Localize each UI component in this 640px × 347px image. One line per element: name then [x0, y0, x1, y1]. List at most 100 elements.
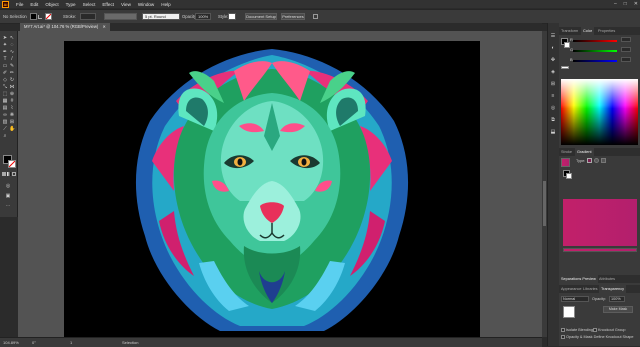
menu-help[interactable]: Help [161, 2, 170, 7]
scrollbar-thumb[interactable] [543, 181, 546, 226]
opacity-mask-checkbox[interactable] [561, 335, 565, 339]
shaper-tool-icon[interactable]: ✐ [2, 70, 8, 76]
line-tool-icon[interactable]: / [9, 56, 15, 62]
gradient-preview-swatch[interactable] [561, 158, 570, 167]
graphic-style-swatch[interactable] [228, 13, 236, 20]
properties-icon[interactable]: ☰ [550, 33, 556, 39]
free-transform-tool-icon[interactable]: ⬚ [2, 91, 8, 97]
gradient-ramp[interactable] [563, 248, 637, 252]
shape-builder-tool-icon[interactable]: ⊕ [9, 91, 15, 97]
fill-swatch[interactable] [30, 13, 37, 20]
lasso-tool-icon[interactable]: ◌ [9, 42, 15, 48]
artboard-tool-icon[interactable]: ⊞ [9, 119, 15, 125]
arrange-documents-icon[interactable] [313, 14, 318, 19]
stroke-panel-icon[interactable]: ≡ [550, 93, 556, 99]
edit-toolbar-icon[interactable]: ⋯ [5, 203, 11, 209]
tab-gradient[interactable]: Gradient [575, 148, 594, 156]
gradient-slider-preview[interactable] [563, 199, 637, 246]
make-mask-button[interactable]: Make Mask [603, 306, 633, 313]
rotation-angle[interactable]: 0° [32, 340, 36, 345]
tab-properties[interactable]: Properties [596, 27, 617, 35]
green-value[interactable] [621, 47, 631, 52]
document-setup-button[interactable]: Document Setup [245, 13, 277, 20]
tab-stroke[interactable]: Stroke [559, 148, 574, 156]
symbol-sprayer-tool-icon[interactable]: ❋ [9, 112, 15, 118]
tab-transparency[interactable]: Transparency [599, 285, 627, 293]
stroke-color-box[interactable] [8, 160, 16, 168]
menu-object[interactable]: Object [45, 2, 58, 7]
hand-tool-icon[interactable]: ✋ [9, 126, 15, 132]
variable-width-profile[interactable] [104, 13, 137, 20]
color-mode-icon[interactable] [2, 172, 6, 176]
curvature-tool-icon[interactable]: ∿ [9, 49, 15, 55]
menu-select[interactable]: Select [83, 2, 96, 7]
pathfinder-icon[interactable]: ⬓ [550, 129, 556, 135]
menu-edit[interactable]: Edit [30, 2, 38, 7]
blend-tool-icon[interactable]: ∞ [2, 112, 8, 118]
selection-tool-icon[interactable]: ➤ [2, 35, 8, 41]
transparency-opacity-field[interactable]: 100% [609, 296, 625, 302]
artboard[interactable] [64, 41, 480, 337]
tab-libraries[interactable]: Libraries [581, 285, 600, 293]
tab-appearance[interactable]: Appearance [559, 285, 583, 293]
brush-definition-field[interactable]: 5 pt. Round [142, 13, 180, 20]
rotate-tool-icon[interactable]: ↻ [9, 77, 15, 83]
menu-file[interactable]: File [16, 2, 23, 7]
gradient-mode-icon[interactable] [7, 172, 11, 176]
brushes-icon[interactable]: ✤ [550, 57, 556, 63]
freeform-gradient-icon[interactable] [601, 158, 606, 163]
document-tab[interactable]: MY7 Art.ai* @ 104.76 % (RGB/Preview) ✕ [20, 23, 110, 31]
red-value[interactable] [621, 37, 631, 42]
canvas-area[interactable] [18, 31, 542, 337]
menu-effect[interactable]: Effect [102, 2, 114, 7]
menu-type[interactable]: Type [66, 2, 76, 7]
artboard-number[interactable]: 1 [70, 340, 72, 345]
type-tool-icon[interactable]: T [2, 56, 8, 62]
tab-attributes[interactable]: Attributes [597, 275, 617, 283]
linear-gradient-icon[interactable] [587, 158, 592, 163]
close-icon[interactable]: ✕ [102, 24, 106, 29]
hex-swatch[interactable] [561, 66, 569, 69]
tab-transform[interactable]: Transform [559, 27, 580, 35]
color-spectrum[interactable] [561, 79, 638, 145]
blue-slider[interactable]: B [570, 57, 638, 63]
blue-value[interactable] [621, 57, 631, 62]
red-slider[interactable]: R [570, 37, 638, 43]
draw-mode-icon[interactable]: ◎ [5, 183, 11, 189]
preferences-button[interactable]: Preferences [281, 13, 305, 20]
eyedropper-tool-icon[interactable]: ⌇ [9, 105, 15, 111]
column-graph-tool-icon[interactable]: ▥ [2, 119, 8, 125]
symbols-icon[interactable]: ⊞ [550, 81, 556, 87]
direct-selection-tool-icon[interactable]: ↖ [9, 35, 15, 41]
stroke-weight-field[interactable] [80, 13, 96, 20]
scale-tool-icon[interactable]: ⤡ [2, 84, 8, 90]
chevron-down-icon[interactable] [38, 15, 42, 19]
radial-gradient-icon[interactable] [594, 158, 599, 163]
blend-mode-select[interactable]: Normal [561, 296, 589, 302]
red-track[interactable] [573, 40, 617, 42]
gradient-stroke-box[interactable] [566, 173, 572, 179]
color-swatches-icon[interactable]: ◐ [550, 45, 556, 51]
menu-view[interactable]: View [121, 2, 131, 7]
align-icon[interactable]: ⧉ [550, 117, 556, 123]
isolate-blending-checkbox[interactable] [561, 328, 565, 332]
maximize-button[interactable]: □ [624, 1, 627, 7]
stroke-swatch[interactable] [45, 13, 52, 20]
green-slider[interactable]: G [570, 47, 638, 53]
opacity-field[interactable]: 100% [195, 13, 211, 20]
close-window-button[interactable]: ✕ [634, 1, 638, 7]
tab-separations-preview[interactable]: Separations Preview [559, 275, 598, 283]
knockout-group-checkbox[interactable] [593, 328, 597, 332]
eraser-tool-icon[interactable]: ◇ [2, 77, 8, 83]
layers-icon[interactable]: ◈ [550, 69, 556, 75]
tab-color[interactable]: Color [581, 27, 595, 35]
green-track[interactable] [573, 50, 617, 52]
slice-tool-icon[interactable]: ⟋ [2, 126, 8, 132]
transparency-icon[interactable]: ◎ [550, 105, 556, 111]
pencil-tool-icon[interactable]: ✏ [9, 70, 15, 76]
pen-tool-icon[interactable]: ✒ [2, 49, 8, 55]
zoom-level[interactable]: 104.89% [3, 340, 19, 345]
menu-window[interactable]: Window [138, 2, 154, 7]
none-mode-icon[interactable] [12, 172, 16, 176]
width-tool-icon[interactable]: ⋈ [9, 84, 15, 90]
